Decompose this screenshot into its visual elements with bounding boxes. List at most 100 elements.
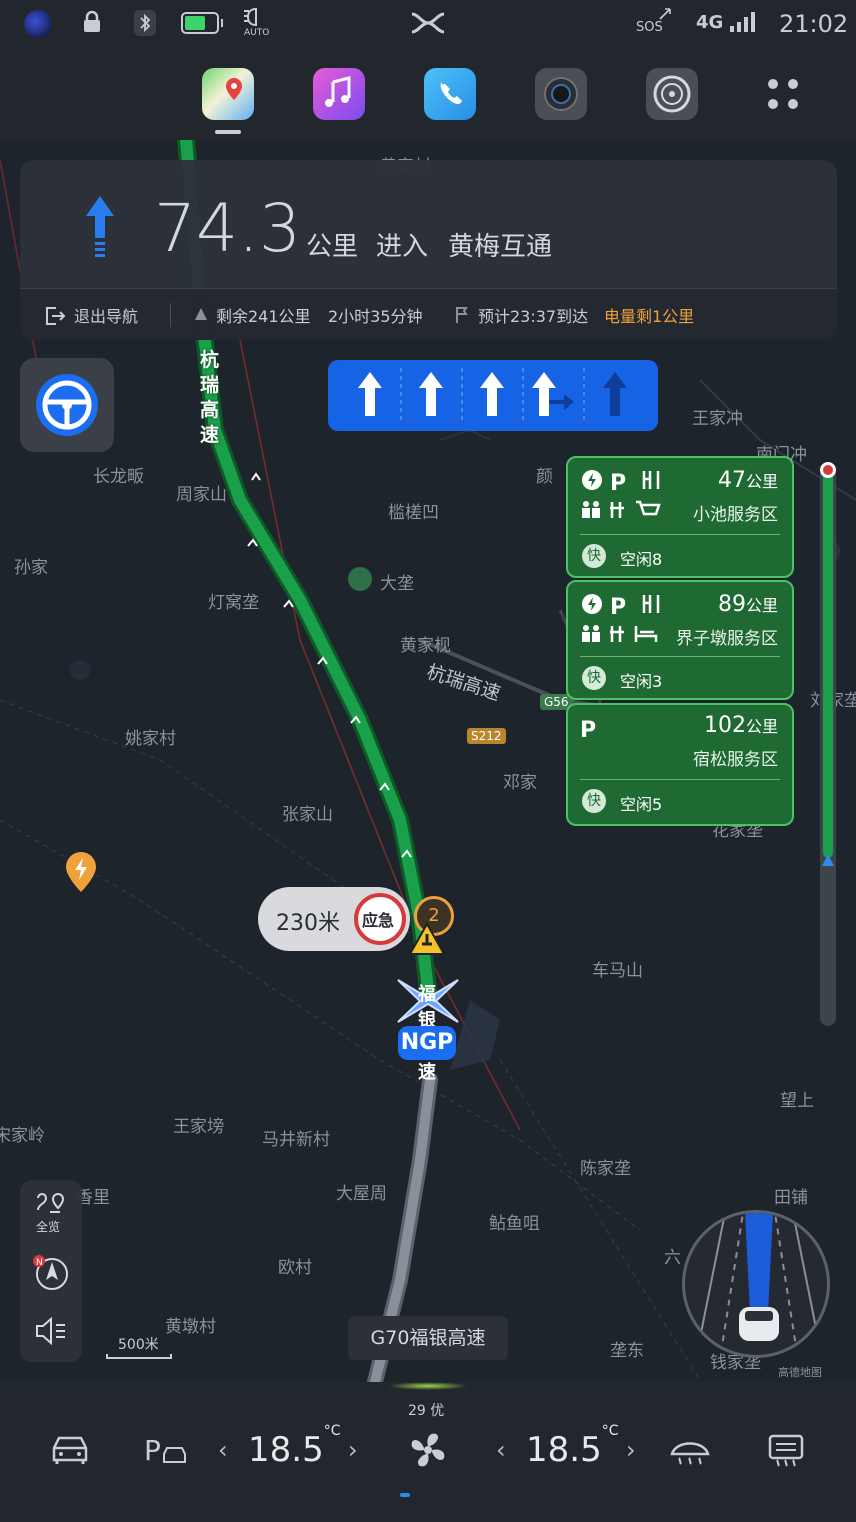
place-label: 长龙畈 (93, 467, 144, 487)
air-quality: 29 优 (408, 1403, 445, 1419)
rear-defrost-button[interactable] (766, 1430, 806, 1474)
place-label: 王家冲 (692, 409, 743, 429)
overview-label: 全览 (36, 1220, 61, 1234)
hazard-distance: 230米 (276, 911, 340, 936)
guidance-action: 进入 (376, 232, 429, 262)
flag-icon (456, 307, 468, 323)
settings-app-icon[interactable] (646, 68, 698, 120)
service-area-distance: 47公里 (717, 468, 778, 493)
right-temp-decrease[interactable]: ‹ (496, 1436, 506, 1464)
trip-info-bar: 退出导航 剩余241公里 2小时35分钟 预计23:37到达 电量剩1公里 (20, 288, 837, 340)
lock-icon (82, 10, 102, 38)
route-progress-bar (820, 462, 836, 1026)
lane-arrow (480, 372, 504, 416)
maps-app-icon[interactable] (202, 68, 254, 120)
service-area-card[interactable]: P 47公里 小池服务区 快 空闲8 (566, 456, 794, 578)
place-label: 姚家村 (125, 729, 176, 749)
brand-logo (410, 12, 446, 38)
sos-call-icon (658, 6, 672, 25)
exit-icon (46, 307, 66, 325)
place-label: 垄东 (610, 1341, 644, 1361)
svg-text:P: P (610, 471, 626, 496)
place-label: 欧村 (278, 1258, 312, 1278)
status-bar: AUTO SOS 4G 21:02 (0, 0, 856, 48)
remaining-time: 2小时35分钟 (328, 307, 423, 326)
camera-app-icon[interactable] (535, 68, 587, 120)
route-label-vertical: 杭瑞高速 (200, 349, 220, 446)
place-label: 马井新村 (262, 1130, 330, 1150)
bluetooth-icon (134, 10, 156, 40)
screen: AUTO SOS 4G 21:02 王家冲 南门冲 长龙畈 颜 周家山 槛槎凹 … (0, 0, 856, 1522)
lane-arrow (532, 372, 574, 416)
place-label: 灯窝垄 (208, 593, 259, 613)
place-label: 王家塝 (173, 1117, 224, 1137)
signal-icon (730, 12, 756, 36)
user-avatar[interactable] (24, 10, 52, 38)
phone-app-icon[interactable] (424, 68, 476, 120)
divider (170, 303, 171, 327)
charging-station-pin[interactable] (64, 850, 98, 898)
place-label: 鲇鱼咀 (489, 1214, 540, 1234)
left-temp-increase[interactable]: › (348, 1436, 358, 1464)
ambient-glow (388, 1382, 468, 1390)
service-area-distance: 89公里 (717, 592, 778, 617)
compass-icon: N (33, 1255, 68, 1290)
network-label: 4G (696, 12, 724, 33)
overview-button[interactable]: 全览 (20, 1186, 82, 1242)
place-label: 张家山 (282, 805, 333, 825)
scale-bar (106, 1354, 172, 1359)
route-progress-end (820, 462, 836, 478)
lane-guidance-bar (328, 360, 658, 431)
steering-wheel-icon (36, 374, 98, 436)
hazard-label: 应急 (362, 911, 395, 930)
app-grid-icon[interactable] (757, 68, 809, 120)
place-label: 田铺 (774, 1188, 808, 1208)
hazard-bubble[interactable]: 230米 应急 (258, 887, 410, 951)
place-label: 黄家枧 (400, 636, 451, 656)
autopilot-button[interactable] (20, 358, 114, 452)
parking-assist-button[interactable]: P (144, 1432, 188, 1472)
place-label: 大屋周 (336, 1184, 387, 1204)
left-temp-decrease[interactable]: ‹ (218, 1436, 228, 1464)
straight-arrow-icon (86, 196, 114, 257)
lane-arrow (358, 372, 382, 416)
idle-chargers: 空闲3 (620, 672, 663, 691)
front-defrost-button[interactable] (668, 1432, 712, 1472)
divider (580, 534, 780, 535)
auto-label: AUTO (244, 28, 270, 38)
rear-defrost-icon (768, 1434, 804, 1467)
music-app-icon[interactable] (313, 68, 365, 120)
right-temp-increase[interactable]: › (626, 1436, 636, 1464)
park-icon (348, 567, 372, 591)
lane-mini-view[interactable] (682, 1210, 830, 1358)
map-scale: 500米 (106, 1334, 172, 1359)
place-label: 陈家垄 (580, 1159, 631, 1179)
service-area-name: 小池服务区 (693, 505, 778, 525)
service-area-distance: 102公里 (703, 713, 778, 738)
service-area-name: 宿松服务区 (693, 750, 778, 770)
idle-chargers: 空闲8 (620, 550, 663, 569)
service-area-card[interactable]: P 89公里 界子墩服务区 快 空闲3 (566, 580, 794, 700)
right-temperature[interactable]: 18.5°C (526, 1423, 618, 1470)
exit-navigation-label: 退出导航 (74, 307, 139, 326)
voice-button[interactable] (20, 1306, 82, 1356)
page-indicator (400, 1493, 410, 1497)
clock: 21:02 (779, 10, 849, 38)
fan-button[interactable] (406, 1428, 450, 1476)
guidance-unit: 公里 (306, 232, 359, 262)
divider (580, 779, 780, 780)
left-temperature[interactable]: 18.5°C (248, 1423, 340, 1470)
warning-sign-icon (408, 921, 446, 960)
eta: 预计23:37到达 (478, 307, 589, 326)
svg-text:N: N (36, 1258, 43, 1268)
service-area-card[interactable]: P 102公里 宿松服务区 快 空闲5 (566, 703, 794, 826)
ngp-badge[interactable]: NGP (398, 1026, 456, 1060)
place-label: 大垄 (380, 574, 414, 594)
car-icon (52, 1436, 88, 1464)
place-label: 黄墩村 (165, 1317, 216, 1337)
vehicle-button[interactable] (48, 1432, 92, 1472)
place-label: 颜 (536, 467, 553, 487)
overview-icon (37, 1192, 65, 1213)
compass-button[interactable]: N (20, 1248, 82, 1298)
battery-range-warning: 电量剩1公里 (604, 307, 695, 326)
